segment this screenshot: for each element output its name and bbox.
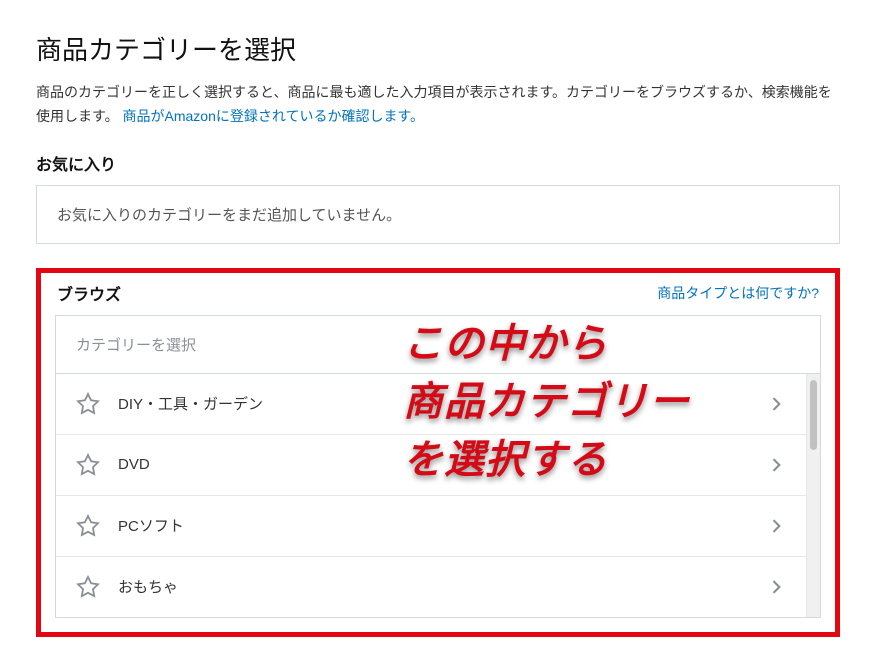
page-description: 商品のカテゴリーを正しく選択すると、商品に最も適した入力項目が表示されます。カテ… [36, 81, 840, 129]
star-icon[interactable] [76, 453, 100, 477]
chevron-right-icon [766, 577, 786, 597]
category-search-input[interactable]: カテゴリーを選択 [55, 315, 821, 373]
page-title: 商品カテゴリーを選択 [36, 30, 840, 67]
product-type-help-link[interactable]: 商品タイプとは何ですか? [657, 283, 819, 303]
category-label: DIY・工具・ガーデン [118, 393, 766, 414]
star-icon[interactable] [76, 514, 100, 538]
scrollbar[interactable] [806, 374, 820, 617]
category-label: PCソフト [118, 515, 766, 536]
category-item-diy[interactable]: DIY・工具・ガーデン [56, 374, 806, 435]
category-item-pcsoft[interactable]: PCソフト [56, 496, 806, 557]
browse-section-highlight: ブラウズ 商品タイプとは何ですか? カテゴリーを選択 DIY・工具・ガーデン [36, 268, 840, 637]
favorites-empty-box: お気に入りのカテゴリーをまだ追加していません。 [36, 185, 840, 244]
chevron-right-icon [766, 455, 786, 475]
star-icon[interactable] [76, 392, 100, 416]
chevron-right-icon [766, 516, 786, 536]
star-icon[interactable] [76, 575, 100, 599]
check-registration-link[interactable]: 商品がAmazonに登録されているか確認します。 [123, 108, 425, 124]
category-label: DVD [118, 456, 766, 473]
browse-header: ブラウズ 商品タイプとは何ですか? [55, 281, 821, 305]
category-list-container: DIY・工具・ガーデン DVD [55, 373, 821, 618]
category-item-toys[interactable]: おもちゃ [56, 557, 806, 617]
category-item-dvd[interactable]: DVD [56, 435, 806, 496]
chevron-right-icon [766, 394, 786, 414]
category-list: DIY・工具・ガーデン DVD [56, 374, 806, 617]
favorites-title: お気に入り [36, 151, 840, 175]
scroll-thumb[interactable] [810, 380, 817, 450]
browse-title: ブラウズ [57, 281, 121, 305]
category-label: おもちゃ [118, 576, 766, 597]
